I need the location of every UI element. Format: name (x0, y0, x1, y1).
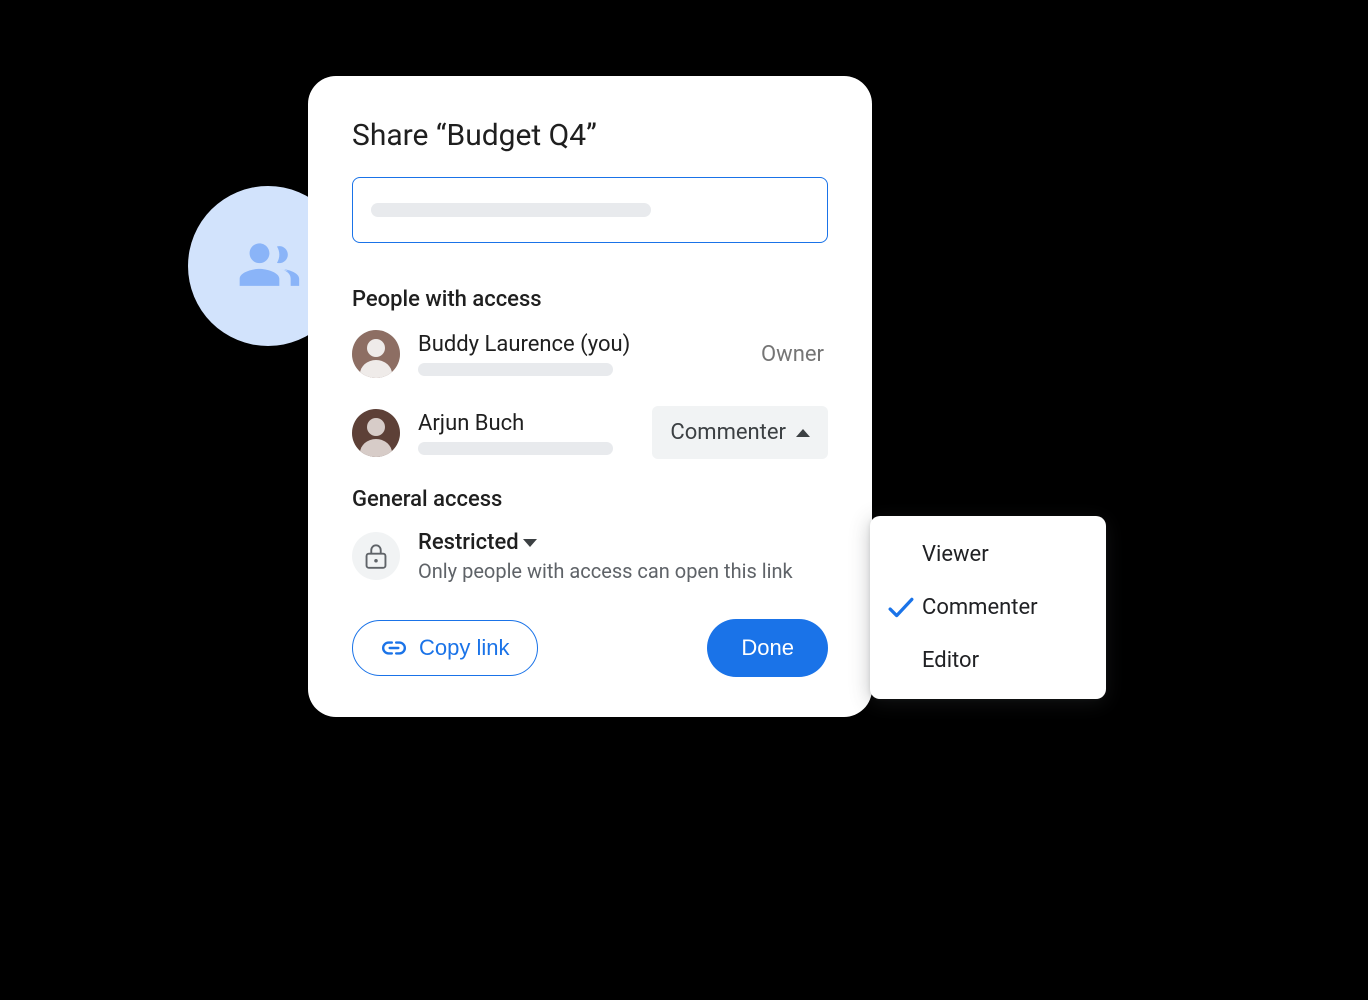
general-access-description: Only people with access can open this li… (418, 559, 828, 583)
person-email-placeholder (418, 363, 613, 376)
chevron-up-icon (796, 429, 810, 437)
lock-icon (365, 543, 387, 569)
add-people-input[interactable] (352, 177, 828, 243)
copy-link-label: Copy link (419, 635, 509, 661)
share-dialog: Share “Budget Q4” People with access Bud… (308, 76, 872, 717)
people-icon (234, 232, 302, 300)
role-option-label: Viewer (922, 542, 989, 567)
role-option-commenter[interactable]: Commenter (870, 581, 1106, 634)
check-icon (888, 597, 914, 619)
person-role-owner: Owner (761, 342, 828, 367)
link-icon (381, 640, 407, 656)
person-role-label: Commenter (670, 420, 786, 445)
person-email-placeholder (418, 442, 613, 455)
general-access-level: Restricted (418, 530, 519, 555)
avatar (352, 409, 400, 457)
done-button[interactable]: Done (707, 619, 828, 677)
role-option-editor[interactable]: Editor (870, 634, 1106, 687)
general-section-label: General access (352, 487, 828, 512)
input-placeholder (371, 203, 651, 217)
person-row: Buddy Laurence (you) Owner (352, 330, 828, 378)
person-name: Arjun Buch (418, 411, 652, 436)
role-option-label: Editor (922, 648, 979, 673)
role-option-viewer[interactable]: Viewer (870, 528, 1106, 581)
person-role-select[interactable]: Commenter (652, 406, 828, 459)
people-section-label: People with access (352, 287, 828, 312)
general-access-select[interactable]: Restricted (418, 530, 537, 555)
chevron-down-icon (523, 539, 537, 547)
role-option-label: Commenter (922, 595, 1038, 620)
person-row: Arjun Buch Commenter (352, 406, 828, 459)
person-name: Buddy Laurence (you) (418, 332, 761, 357)
avatar (352, 330, 400, 378)
copy-link-button[interactable]: Copy link (352, 620, 538, 676)
role-dropdown: Viewer Commenter Editor (870, 516, 1106, 699)
lock-icon-circle (352, 532, 400, 580)
dialog-title: Share “Budget Q4” (352, 118, 828, 153)
